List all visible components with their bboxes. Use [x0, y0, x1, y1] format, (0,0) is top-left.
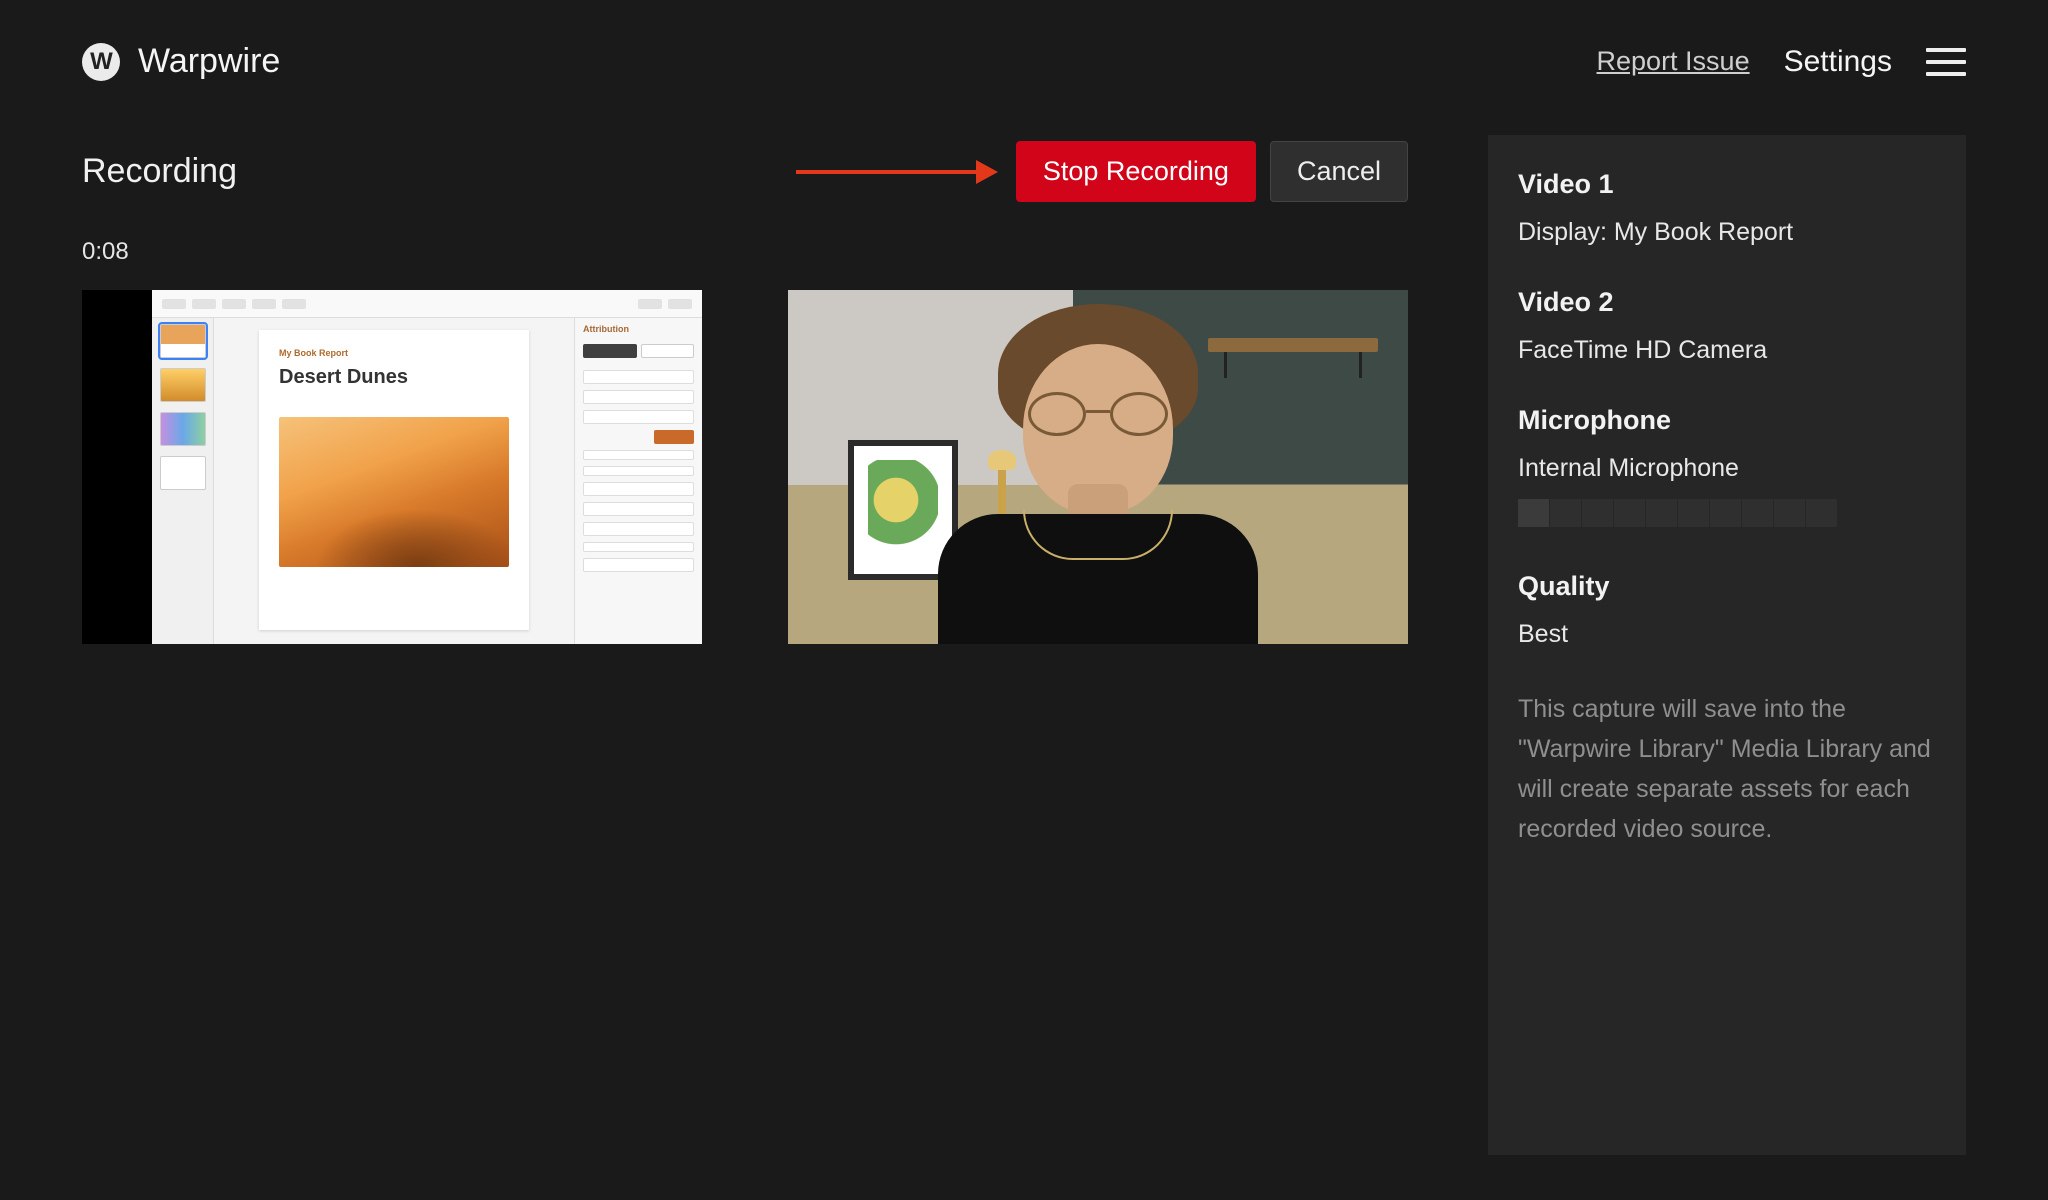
microphone-level-meter — [1518, 499, 1936, 527]
person-icon — [928, 394, 1268, 644]
video1-value: Display: My Book Report — [1518, 218, 1936, 247]
capture-save-note: This capture will save into the "Warpwir… — [1518, 689, 1936, 849]
mic-level-segment — [1742, 499, 1774, 527]
mic-level-segment — [1582, 499, 1614, 527]
hamburger-menu-icon[interactable] — [1926, 48, 1966, 76]
report-issue-link[interactable]: Report Issue — [1597, 46, 1750, 77]
mic-level-segment — [1550, 499, 1582, 527]
quality-value: Best — [1518, 620, 1936, 649]
recording-settings-panel: Video 1 Display: My Book Report Video 2 … — [1488, 135, 1966, 1155]
mic-level-segment — [1710, 499, 1742, 527]
stop-recording-button[interactable]: Stop Recording — [1016, 141, 1256, 202]
preview-webcam — [788, 290, 1408, 644]
mic-level-segment — [1774, 499, 1806, 527]
doc-inspector: Attribution — [574, 290, 702, 644]
settings-link[interactable]: Settings — [1784, 45, 1892, 79]
mic-level-segment — [1646, 499, 1678, 527]
mic-level-segment — [1806, 499, 1838, 527]
page-title: Recording — [82, 152, 237, 191]
slide-thumb — [160, 368, 206, 402]
doc-eyebrow: My Book Report — [279, 348, 509, 358]
video1-label: Video 1 — [1518, 169, 1936, 200]
arrow-callout-icon: Stop Recording Cancel — [796, 141, 1408, 202]
microphone-label: Microphone — [1518, 405, 1936, 436]
mic-level-segment — [1678, 499, 1710, 527]
microphone-value: Internal Microphone — [1518, 454, 1936, 483]
doc-toolbar — [152, 290, 702, 318]
quality-label: Quality — [1518, 571, 1936, 602]
header-actions: Report Issue Settings — [1597, 45, 1966, 79]
doc-slide-thumbnails — [152, 290, 214, 644]
mic-level-segment — [1518, 499, 1550, 527]
video2-value: FaceTime HD Camera — [1518, 336, 1936, 365]
slide-thumb — [160, 412, 206, 446]
doc-title: Desert Dunes — [279, 366, 509, 389]
slide-thumb — [160, 456, 206, 490]
brand-name: Warpwire — [138, 42, 280, 81]
doc-page: My Book Report Desert Dunes — [259, 330, 529, 630]
video2-label: Video 2 — [1518, 287, 1936, 318]
inspector-heading: Attribution — [583, 324, 694, 334]
cancel-button[interactable]: Cancel — [1270, 141, 1408, 202]
app-header: W Warpwire Report Issue Settings — [0, 0, 2048, 81]
slide-thumb — [160, 324, 206, 358]
shelf-icon — [1208, 338, 1378, 352]
brand-logo-icon: W — [82, 43, 120, 81]
mic-level-segment — [1614, 499, 1646, 527]
preview-screen-share: My Book Report Desert Dunes Attribution — [82, 290, 702, 644]
recording-timer: 0:08 — [82, 238, 1408, 266]
doc-image — [279, 417, 509, 567]
brand: W Warpwire — [82, 42, 280, 81]
